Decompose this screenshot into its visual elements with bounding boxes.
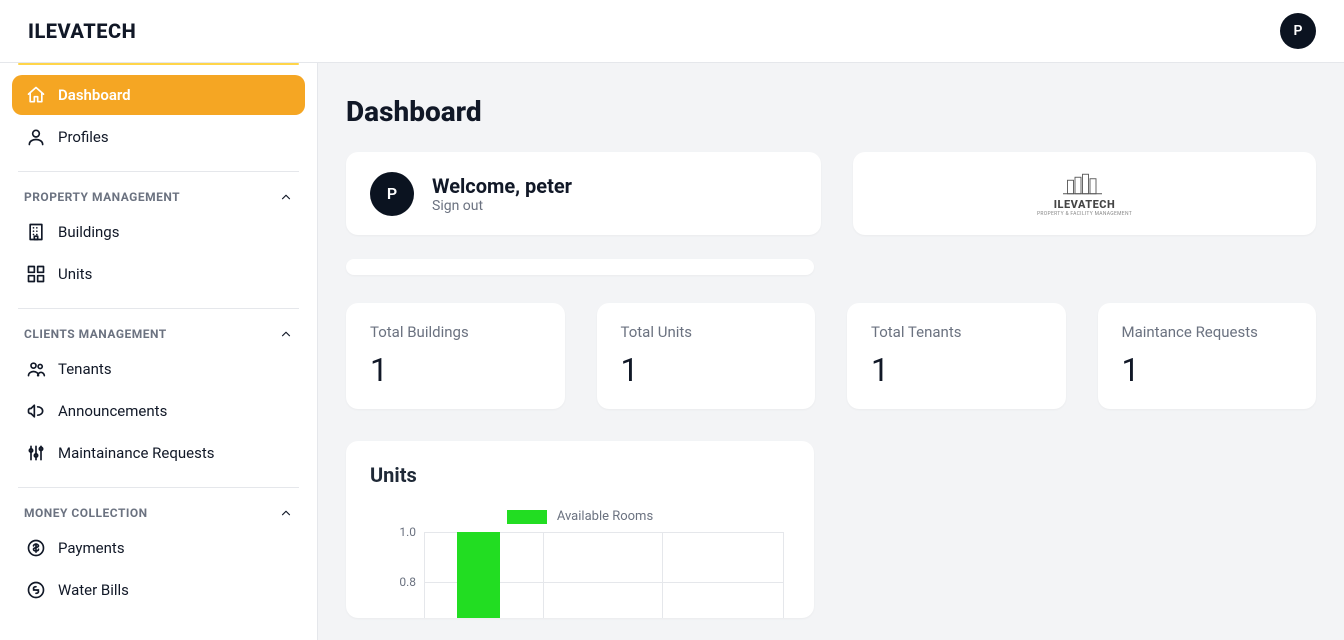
stat-label: Total Units xyxy=(621,323,792,341)
sidebar-item-units[interactable]: Units xyxy=(12,254,305,294)
user-icon xyxy=(26,127,46,147)
sidebar-item-label: Profiles xyxy=(58,128,109,146)
buildings-icon xyxy=(1054,170,1114,198)
section-header-property[interactable]: PROPERTY MANAGEMENT xyxy=(6,178,311,210)
home-icon xyxy=(26,85,46,105)
accent-line xyxy=(18,63,299,65)
stat-value: 1 xyxy=(370,351,541,389)
sidebar-item-waterbills[interactable]: Water Bills xyxy=(12,570,305,610)
sliders-icon xyxy=(26,443,46,463)
chart-body: 1.0 0.8 xyxy=(370,532,790,618)
grid-icon xyxy=(26,264,46,284)
chart-ylabel: 0.8 xyxy=(370,575,416,589)
sidebar-item-label: Units xyxy=(58,265,92,283)
stat-card-tenants: Total Tenants 1 xyxy=(847,303,1066,409)
topbar: ILEVATECH P xyxy=(0,0,1344,63)
sidebar-item-maintenance[interactable]: Maintainance Requests xyxy=(12,433,305,473)
welcome-card: P Welcome, peter Sign out xyxy=(346,152,821,235)
welcome-title: Welcome, peter xyxy=(432,174,572,198)
brand-card: ILEVATECH PROPERTY & FACILITY MANAGEMENT xyxy=(853,152,1316,235)
units-chart-card: Units Available Rooms 1.0 0.8 xyxy=(346,441,814,618)
dollar-icon xyxy=(26,538,46,558)
chevron-up-icon xyxy=(279,190,293,204)
sidebar-item-label: Maintainance Requests xyxy=(58,444,215,462)
divider xyxy=(18,487,299,488)
stat-value: 1 xyxy=(871,351,1042,389)
section-title: CLIENTS MANAGEMENT xyxy=(24,327,167,341)
chevron-up-icon xyxy=(279,327,293,341)
stat-card-buildings: Total Buildings 1 xyxy=(346,303,565,409)
sidebar-item-label: Announcements xyxy=(58,402,167,420)
sidebar-item-label: Tenants xyxy=(58,360,112,378)
brand-card-sub: PROPERTY & FACILITY MANAGEMENT xyxy=(1037,211,1132,217)
brand-card-title: ILEVATECH xyxy=(1054,198,1116,211)
page-title: Dashboard xyxy=(346,95,1316,128)
legend-swatch xyxy=(507,510,547,524)
chart-grid xyxy=(424,532,784,618)
user-avatar[interactable]: P xyxy=(1280,13,1316,49)
section-title: MONEY COLLECTION xyxy=(24,506,148,520)
chart-title: Units xyxy=(370,463,790,487)
section-title: PROPERTY MANAGEMENT xyxy=(24,190,180,204)
brand-logo-small: ILEVATECH PROPERTY & FACILITY MANAGEMENT xyxy=(1037,170,1132,217)
sidebar-item-payments[interactable]: Payments xyxy=(12,528,305,568)
coin-icon xyxy=(26,580,46,600)
chart-legend: Available Rooms xyxy=(370,509,790,524)
stat-label: Maintance Requests xyxy=(1122,323,1293,341)
group-icon xyxy=(26,359,46,379)
sidebar-item-label: Buildings xyxy=(58,223,119,241)
sidebar-item-profiles[interactable]: Profiles xyxy=(12,117,305,157)
stat-card-maintenance: Maintance Requests 1 xyxy=(1098,303,1317,409)
megaphone-icon xyxy=(26,401,46,421)
legend-label: Available Rooms xyxy=(557,509,653,524)
stat-label: Total Tenants xyxy=(871,323,1042,341)
stat-value: 1 xyxy=(621,351,792,389)
stat-card-units: Total Units 1 xyxy=(597,303,816,409)
chart-ylabel: 1.0 xyxy=(370,525,416,539)
sidebar-item-label: Dashboard xyxy=(58,86,131,104)
sidebar: Dashboard Profiles PROPERTY MANAGEMENT B… xyxy=(0,63,318,640)
sidebar-item-tenants[interactable]: Tenants xyxy=(12,349,305,389)
section-header-clients[interactable]: CLIENTS MANAGEMENT xyxy=(6,315,311,347)
main-content[interactable]: Dashboard P Welcome, peter Sign out xyxy=(318,63,1344,640)
building-icon xyxy=(26,222,46,242)
sidebar-item-announcements[interactable]: Announcements xyxy=(12,391,305,431)
section-header-money[interactable]: MONEY COLLECTION xyxy=(6,494,311,526)
sidebar-item-label: Water Bills xyxy=(58,581,129,599)
stat-label: Total Buildings xyxy=(370,323,541,341)
brand-logo: ILEVATECH xyxy=(28,19,136,43)
loading-pill xyxy=(346,259,814,275)
divider xyxy=(18,171,299,172)
sidebar-scroll[interactable]: Dashboard Profiles PROPERTY MANAGEMENT B… xyxy=(0,63,317,640)
sidebar-item-buildings[interactable]: Buildings xyxy=(12,212,305,252)
chart-bar xyxy=(457,532,500,618)
welcome-avatar: P xyxy=(370,172,414,216)
divider xyxy=(18,308,299,309)
chevron-up-icon xyxy=(279,506,293,520)
signout-link[interactable]: Sign out xyxy=(432,198,572,214)
stat-value: 1 xyxy=(1122,351,1293,389)
sidebar-item-dashboard[interactable]: Dashboard xyxy=(12,75,305,115)
sidebar-item-label: Payments xyxy=(58,539,125,557)
